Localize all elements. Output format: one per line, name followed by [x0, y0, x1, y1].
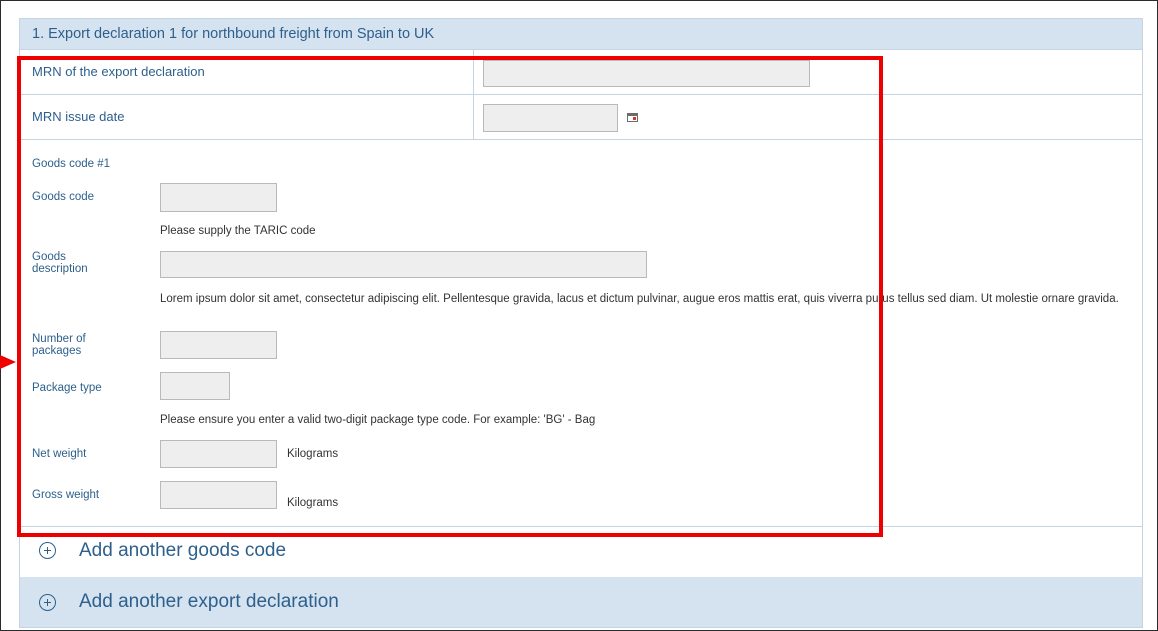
plus-circle-icon	[39, 542, 56, 559]
highlight-box	[17, 56, 883, 537]
add-export-declaration-link[interactable]: Add another export declaration	[79, 591, 339, 613]
add-export-declaration-row[interactable]: Add another export declaration	[20, 577, 1142, 627]
section-title: 1. Export declaration 1 for northbound f…	[32, 26, 435, 42]
arrow-icon	[0, 355, 16, 369]
plus-circle-icon	[39, 594, 56, 611]
add-goods-code-link[interactable]: Add another goods code	[79, 540, 286, 562]
section-header: 1. Export declaration 1 for northbound f…	[20, 19, 1142, 50]
